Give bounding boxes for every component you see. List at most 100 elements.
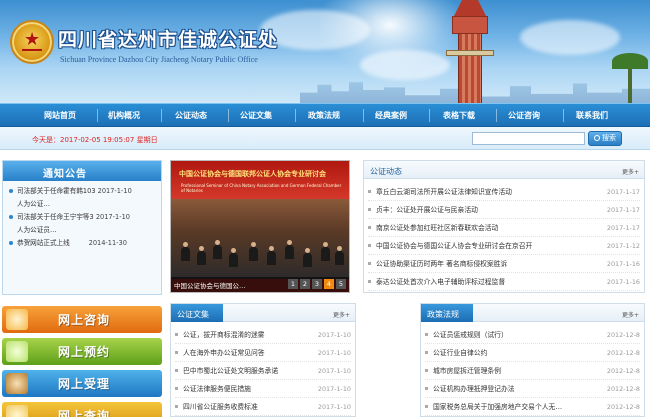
policy-item-date: 2012-12-8 (606, 385, 640, 393)
news-item[interactable]: 泰达公证处首次介入电子辅助评标过程监督 2017-1-16 (368, 273, 640, 291)
online-query-button[interactable]: 网上查询 (2, 402, 162, 417)
notice-item[interactable]: 恭贺网站正式上线 2014-11-30 (9, 237, 159, 250)
notice-item-date: 2017-1-10 (97, 187, 132, 195)
notice-item[interactable]: 司法部关于任命霍有韩103 2017-1-10 人为公证… (9, 185, 159, 211)
search-input[interactable] (472, 132, 585, 145)
policy-item[interactable]: 公证行业自律公约 2012-12-8 (425, 344, 640, 362)
clock-tower-image (428, 0, 508, 103)
slide-caption[interactable]: 中国公证协会与德国公… (174, 280, 246, 290)
notice-panel: 通知公告 司法部关于任命霍有韩103 2017-1-10 人为公证… 司法部关于任… (2, 160, 162, 295)
policy-item-title: 城市房屋拆迁管理条例 (433, 367, 501, 375)
current-date: 今天是：2017-02-05 19:05:07 星期日 (32, 136, 158, 144)
news-item[interactable]: 中国公证协会与德国公证人协会专业研讨会在京召开 2017-1-12 (368, 237, 640, 255)
query-icon (6, 405, 28, 417)
news-item-date: 2017-1-17 (606, 206, 640, 214)
articles-panel-title: 公证文集 (177, 310, 209, 319)
news-item-title: 公证协助渠证历时两年 著名商标侵权案胜诉 (376, 260, 508, 268)
online-consult-button[interactable]: 网上咨询 (2, 306, 162, 333)
articles-panel-header: 公证文集 更多+ (171, 304, 355, 322)
photo-slideshow[interactable]: 中国公证协会与德国联邦公证人协会专业研讨会 Professional Semin… (170, 160, 350, 293)
online-consult-label: 网上咨询 (58, 313, 111, 327)
article-item-title: 四川省公证服务收费标准 (183, 403, 258, 411)
online-accept-button[interactable]: 网上受理 (2, 370, 162, 397)
article-item-title: 人在海外申办公证常见问答 (183, 349, 265, 357)
site-subtitle: Sichuan Province Dazhou City Jiacheng No… (60, 55, 258, 64)
news-more-link[interactable]: 更多+ (622, 167, 639, 176)
policy-item[interactable]: 公证机构办理抵押登记办法 2012-12-8 (425, 380, 640, 398)
nav-item-news[interactable]: 公证动态 (175, 110, 207, 121)
news-item-date: 2017-1-16 (606, 260, 640, 268)
article-item-date: 2017-1-10 (317, 403, 351, 411)
policy-panel-header: 政策法规 更多+ (421, 304, 644, 322)
policy-item-date: 2012-12-8 (606, 367, 640, 375)
article-item-title: 公证，拔开商标混淆的迷雾 (183, 331, 265, 339)
nav-item-downloads[interactable]: 表格下载 (443, 110, 475, 121)
article-item[interactable]: 人在海外申办公证常见问答 2017-1-10 (175, 344, 351, 362)
policy-item[interactable]: 国家税务总局关于加强房地产交易个人无… 2012-12-8 (425, 398, 640, 416)
news-item[interactable]: 章丘白云湖司法所开展公证法律知识宣传活动 2017-1-17 (368, 183, 640, 201)
slide-caption-bar: 中国公证协会与德国公… 1 2 3 4 5 (171, 277, 349, 292)
slide-page-2[interactable]: 2 (300, 279, 310, 289)
news-item-date: 2017-1-16 (606, 278, 640, 286)
nav-item-articles[interactable]: 公证文集 (240, 110, 272, 121)
nav-item-home[interactable]: 网站首页 (44, 110, 76, 121)
banner-cloud (520, 20, 620, 55)
slide-meeting-banner: 中国公证协会与德国联邦公证人协会专业研讨会 Professional Semin… (171, 161, 349, 199)
news-item-title: 贞丰：公证处开展公证与民亲活动 (376, 206, 478, 214)
news-panel-header: 公证动态 更多+ (364, 161, 644, 179)
consult-icon (6, 309, 28, 330)
main-nav: 网站首页 机构概况 公证动态 公证文集 政策法规 经典案例 表格下载 公证咨询 … (0, 103, 650, 127)
policy-item[interactable]: 公证员惩戒规则（试行） 2012-12-8 (425, 326, 640, 344)
slide-photo (171, 199, 349, 279)
article-item-title: 巴中市蜀北公证处文明服务承诺 (183, 367, 279, 375)
notice-item-date: 2014-11-30 (88, 239, 127, 247)
notice-item-text: 司法部关于任命霍有韩103 (17, 187, 96, 195)
slide-page-1[interactable]: 1 (288, 279, 298, 289)
policy-item-title: 公证机构办理抵押登记办法 (433, 385, 515, 393)
news-item-date: 2017-1-17 (606, 188, 640, 196)
notice-header: 通知公告 (3, 161, 161, 181)
search-button[interactable]: 搜索 (588, 131, 622, 146)
news-item-date: 2017-1-17 (606, 224, 640, 232)
news-item[interactable]: 公证协助渠证历时两年 著名商标侵权案胜诉 2017-1-16 (368, 255, 640, 273)
policy-more-link[interactable]: 更多+ (622, 310, 639, 319)
nav-item-cases[interactable]: 经典案例 (375, 110, 407, 121)
policy-item[interactable]: 城市房屋拆迁管理条例 2012-12-8 (425, 362, 640, 380)
article-item[interactable]: 巴中市蜀北公证处文明服务承诺 2017-1-10 (175, 362, 351, 380)
search-icon (594, 135, 600, 141)
articles-more-link[interactable]: 更多+ (333, 310, 350, 319)
slide-page-5[interactable]: 5 (336, 279, 346, 289)
slide-banner-text: 中国公证协会与德国联邦公证人协会专业研讨会 (179, 170, 326, 178)
articles-panel: 公证文集 更多+ 公证，拔开商标混淆的迷雾 2017-1-10 人在海外申办公证常… (170, 303, 356, 417)
policy-panel: 政策法规 更多+ 公证员惩戒规则（试行） 2012-12-8 公证行业自律公约 20… (420, 303, 645, 417)
news-item[interactable]: 南京公证处参加红旺社区新春联欢会活动 2017-1-17 (368, 219, 640, 237)
article-item[interactable]: 公证，拔开商标混淆的迷雾 2017-1-10 (175, 326, 351, 344)
slide-banner-english: Professional Seminar of China Notary Ass… (181, 183, 342, 193)
article-item[interactable]: 四川省公证服务收费标准 2017-1-10 (175, 398, 351, 416)
article-item-date: 2017-1-10 (317, 349, 351, 357)
palm-tree-image (610, 45, 650, 103)
online-booking-button[interactable]: 网上预约 (2, 338, 162, 365)
nav-item-policy[interactable]: 政策法规 (308, 110, 340, 121)
policy-item-date: 2012-12-8 (606, 349, 640, 357)
booking-icon (6, 341, 28, 362)
article-item-date: 2017-1-10 (317, 331, 351, 339)
news-item[interactable]: 贞丰：公证处开展公证与民亲活动 2017-1-17 (368, 201, 640, 219)
slide-page-3[interactable]: 3 (312, 279, 322, 289)
nav-item-consult[interactable]: 公证咨询 (508, 110, 540, 121)
bullet-icon (9, 189, 13, 193)
notice-item-text: 司法部关于任命王宁宇等3 (17, 213, 94, 221)
news-item-title: 中国公证协会与德国公证人协会专业研讨会在京召开 (376, 242, 533, 250)
article-item[interactable]: 公证法律服务便民措施 2017-1-10 (175, 380, 351, 398)
slide-page-4[interactable]: 4 (324, 279, 334, 289)
notice-item-text: 恭贺网站正式上线 (17, 239, 70, 247)
policy-panel-title: 政策法规 (427, 310, 459, 319)
header-banner: ★ 四川省达州市佳诚公证处 Sichuan Province Dazhou Ci… (0, 0, 650, 103)
info-bar: 今天是：2017-02-05 19:05:07 星期日 搜索 (0, 127, 650, 150)
policy-item-title: 公证行业自律公约 (433, 349, 488, 357)
notice-item[interactable]: 司法部关于任命王宁宇等3 2017-1-10 人为公证员… (9, 211, 159, 237)
nav-item-about[interactable]: 机构概况 (108, 110, 140, 121)
news-panel-title: 公证动态 (370, 167, 402, 176)
nav-item-contact[interactable]: 联系我们 (576, 110, 608, 121)
notice-title: 通知公告 (43, 169, 87, 180)
